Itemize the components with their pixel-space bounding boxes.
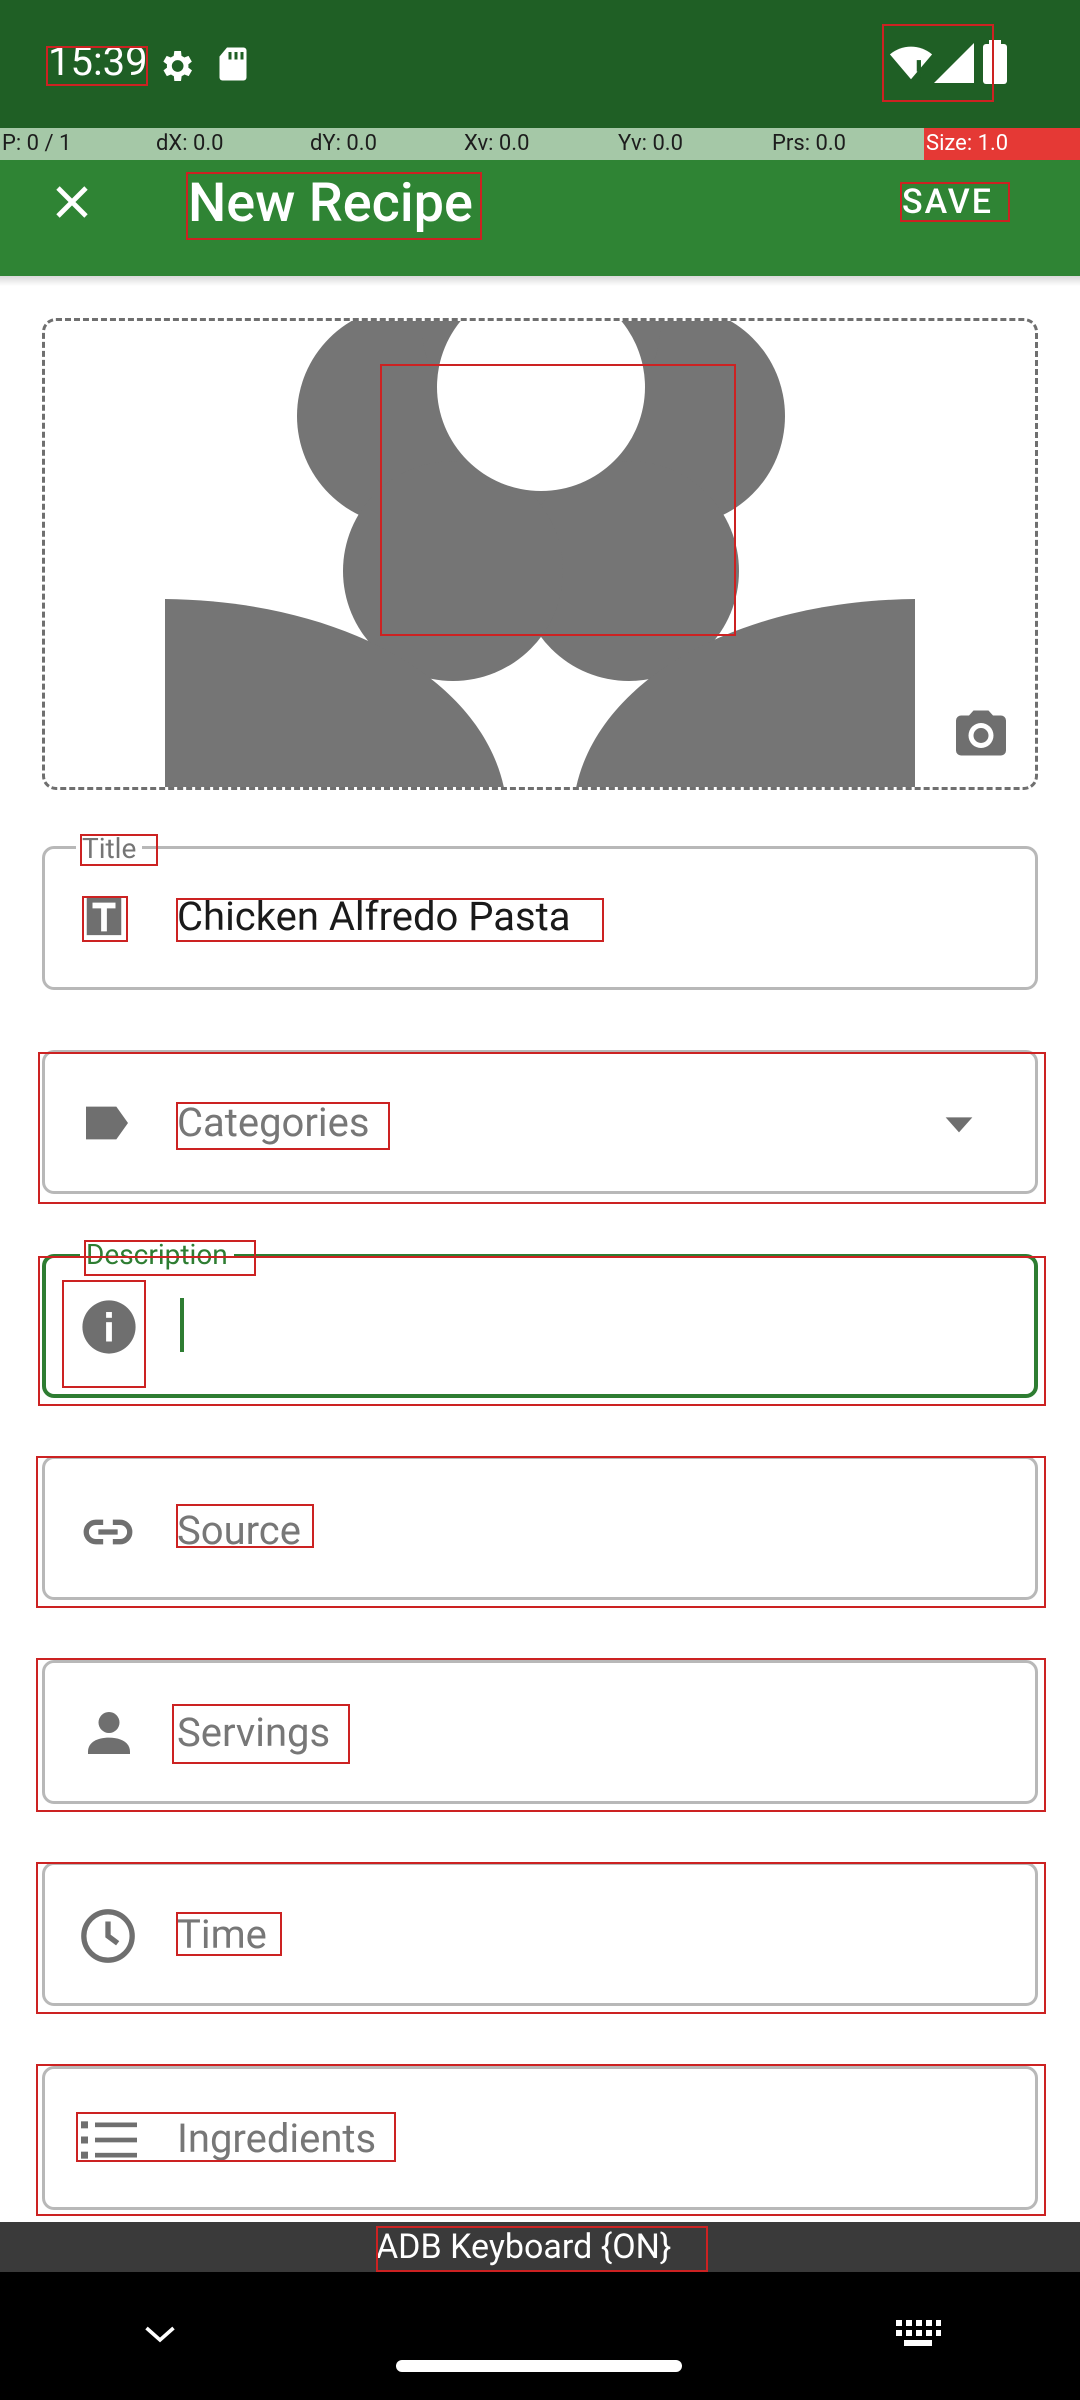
gear-icon (163, 51, 192, 81)
title-label-highlight (80, 834, 158, 866)
image-highlight (380, 364, 736, 636)
debug-dy: dY: 0.0 (310, 131, 377, 156)
ingredients-text-highlight (76, 2112, 396, 2162)
camera-icon[interactable] (951, 703, 1011, 763)
title-icon-highlight (82, 896, 128, 942)
app-bar-shadow (0, 276, 1080, 286)
debug-dx: dX: 0.0 (156, 131, 224, 156)
pointer-debug-bar: P: 0 / 1 dX: 0.0 dY: 0.0 Xv: 0.0 Yv: 0.0… (0, 128, 1080, 160)
categories-text-highlight (176, 1102, 390, 1150)
time-highlight (46, 46, 148, 86)
debug-xv: Xv: 0.0 (464, 131, 530, 156)
time-text-highlight (176, 1912, 282, 1956)
chevron-down-icon[interactable] (142, 2320, 178, 2348)
servings-text-highlight (172, 1704, 350, 1764)
title-value-highlight (176, 898, 604, 942)
debug-yv: Yv: 0.0 (618, 131, 683, 156)
keyboard-text-highlight (376, 2226, 708, 2272)
home-indicator[interactable] (396, 2360, 682, 2372)
title-highlight (186, 172, 482, 240)
close-icon[interactable] (48, 178, 96, 226)
info-icon-highlight (62, 1280, 146, 1388)
debug-prs: Prs: 0.0 (772, 131, 847, 156)
save-highlight (900, 182, 1010, 222)
source-text-highlight (176, 1504, 314, 1548)
keyboard-icon[interactable] (894, 2318, 942, 2350)
description-highlight (38, 1256, 1046, 1406)
sd-card-icon (219, 47, 247, 81)
status-icons-highlight (882, 24, 994, 102)
debug-p: P: 0 / 1 (2, 131, 72, 156)
debug-size: Size: 1.0 (924, 128, 1080, 160)
